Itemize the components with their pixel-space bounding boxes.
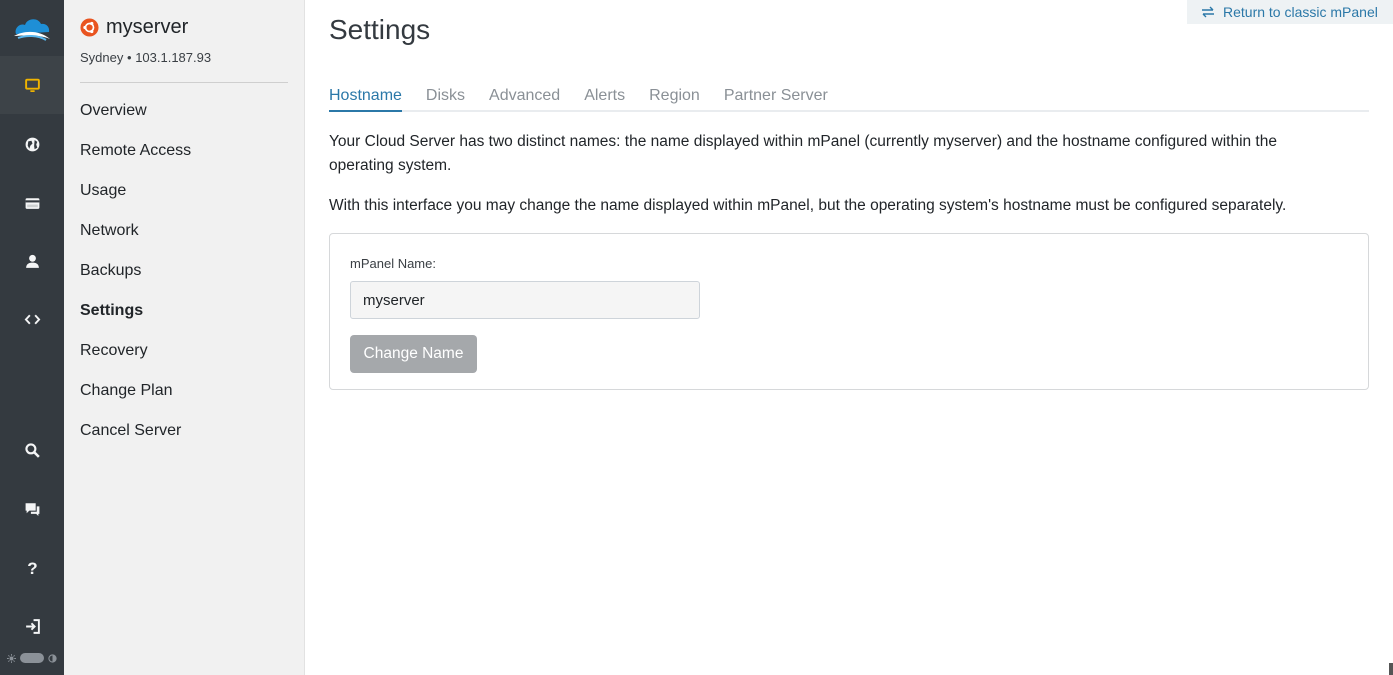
rail-item-chat[interactable] bbox=[0, 479, 64, 537]
rail-item-account[interactable] bbox=[0, 232, 64, 290]
server-region: Sydney bbox=[80, 50, 124, 65]
search-icon bbox=[24, 442, 40, 458]
rail-item-billing[interactable] bbox=[0, 174, 64, 232]
mpanel-name-input[interactable] bbox=[350, 281, 700, 319]
nav-item-overview[interactable]: Overview bbox=[80, 100, 191, 140]
page-title: Settings bbox=[329, 14, 431, 45]
icon-rail: ? bbox=[0, 0, 64, 675]
theme-toggle[interactable] bbox=[7, 652, 57, 664]
nav-item-settings[interactable]: Settings bbox=[80, 300, 191, 340]
return-link-label: Return to classic mPanel bbox=[1223, 4, 1378, 20]
nav-item-network[interactable]: Network bbox=[80, 220, 191, 260]
monitor-icon bbox=[24, 78, 40, 92]
hostname-description: Your Cloud Server has two distinct names… bbox=[329, 133, 1277, 174]
swap-arrows-icon bbox=[1202, 6, 1214, 18]
nav-item-backups[interactable]: Backups bbox=[80, 260, 191, 300]
nav-item-usage[interactable]: Usage bbox=[80, 180, 191, 220]
sidebar-divider bbox=[80, 82, 288, 83]
sun-icon bbox=[7, 653, 16, 663]
rail-item-search[interactable] bbox=[0, 421, 64, 479]
server-sidebar: myserver Sydney • 103.1.187.93 Overview … bbox=[64, 0, 305, 675]
mpanel-name-label: mPanel Name: bbox=[350, 256, 436, 271]
nav-item-remote-access[interactable]: Remote Access bbox=[80, 140, 191, 180]
rail-item-domains[interactable] bbox=[0, 115, 64, 173]
chat-icon bbox=[25, 502, 39, 516]
nav-item-recovery[interactable]: Recovery bbox=[80, 340, 191, 380]
server-location: Sydney • 103.1.187.93 bbox=[80, 50, 211, 65]
globe-icon bbox=[25, 137, 39, 151]
tab-alerts[interactable]: Alerts bbox=[584, 84, 625, 112]
scrollbar[interactable] bbox=[1389, 663, 1393, 675]
settings-tabs: Hostname Disks Advanced Alerts Region Pa… bbox=[329, 84, 1369, 112]
rail-item-developer[interactable] bbox=[0, 290, 64, 348]
server-header: myserver bbox=[80, 14, 188, 40]
contrast-icon bbox=[48, 653, 57, 663]
server-name: myserver bbox=[106, 15, 189, 38]
cloud-logo-icon[interactable] bbox=[12, 14, 52, 42]
nav-item-change-plan[interactable]: Change Plan bbox=[80, 380, 191, 420]
change-name-button[interactable]: Change Name bbox=[350, 335, 477, 373]
server-nav: Overview Remote Access Usage Network Bac… bbox=[80, 100, 191, 460]
tab-partner-server[interactable]: Partner Server bbox=[724, 84, 828, 112]
logout-icon bbox=[25, 618, 40, 634]
nav-item-cancel-server[interactable]: Cancel Server bbox=[80, 420, 191, 460]
rail-item-help[interactable]: ? bbox=[0, 538, 64, 596]
help-icon: ? bbox=[27, 559, 37, 576]
ubuntu-icon bbox=[80, 17, 99, 37]
rail-item-logout[interactable] bbox=[0, 597, 64, 655]
tab-region[interactable]: Region bbox=[649, 84, 700, 112]
hostname-note: With this interface you may change the n… bbox=[329, 197, 1287, 214]
meta-separator: • bbox=[127, 50, 132, 65]
user-icon bbox=[25, 254, 39, 268]
tab-hostname[interactable]: Hostname bbox=[329, 84, 402, 112]
credit-card-icon bbox=[25, 197, 39, 209]
rail-item-servers[interactable] bbox=[0, 56, 64, 114]
rename-form-card: mPanel Name: Change Name bbox=[329, 233, 1369, 390]
tab-advanced[interactable]: Advanced bbox=[489, 84, 560, 112]
server-ip: 103.1.187.93 bbox=[135, 50, 212, 65]
toggle-switch[interactable] bbox=[20, 653, 44, 663]
main-content: Return to classic mPanel Settings Hostna… bbox=[329, 0, 1393, 675]
code-icon bbox=[24, 314, 40, 324]
svg-text:?: ? bbox=[27, 559, 37, 576]
tab-disks[interactable]: Disks bbox=[426, 84, 465, 112]
return-classic-link[interactable]: Return to classic mPanel bbox=[1187, 0, 1393, 24]
